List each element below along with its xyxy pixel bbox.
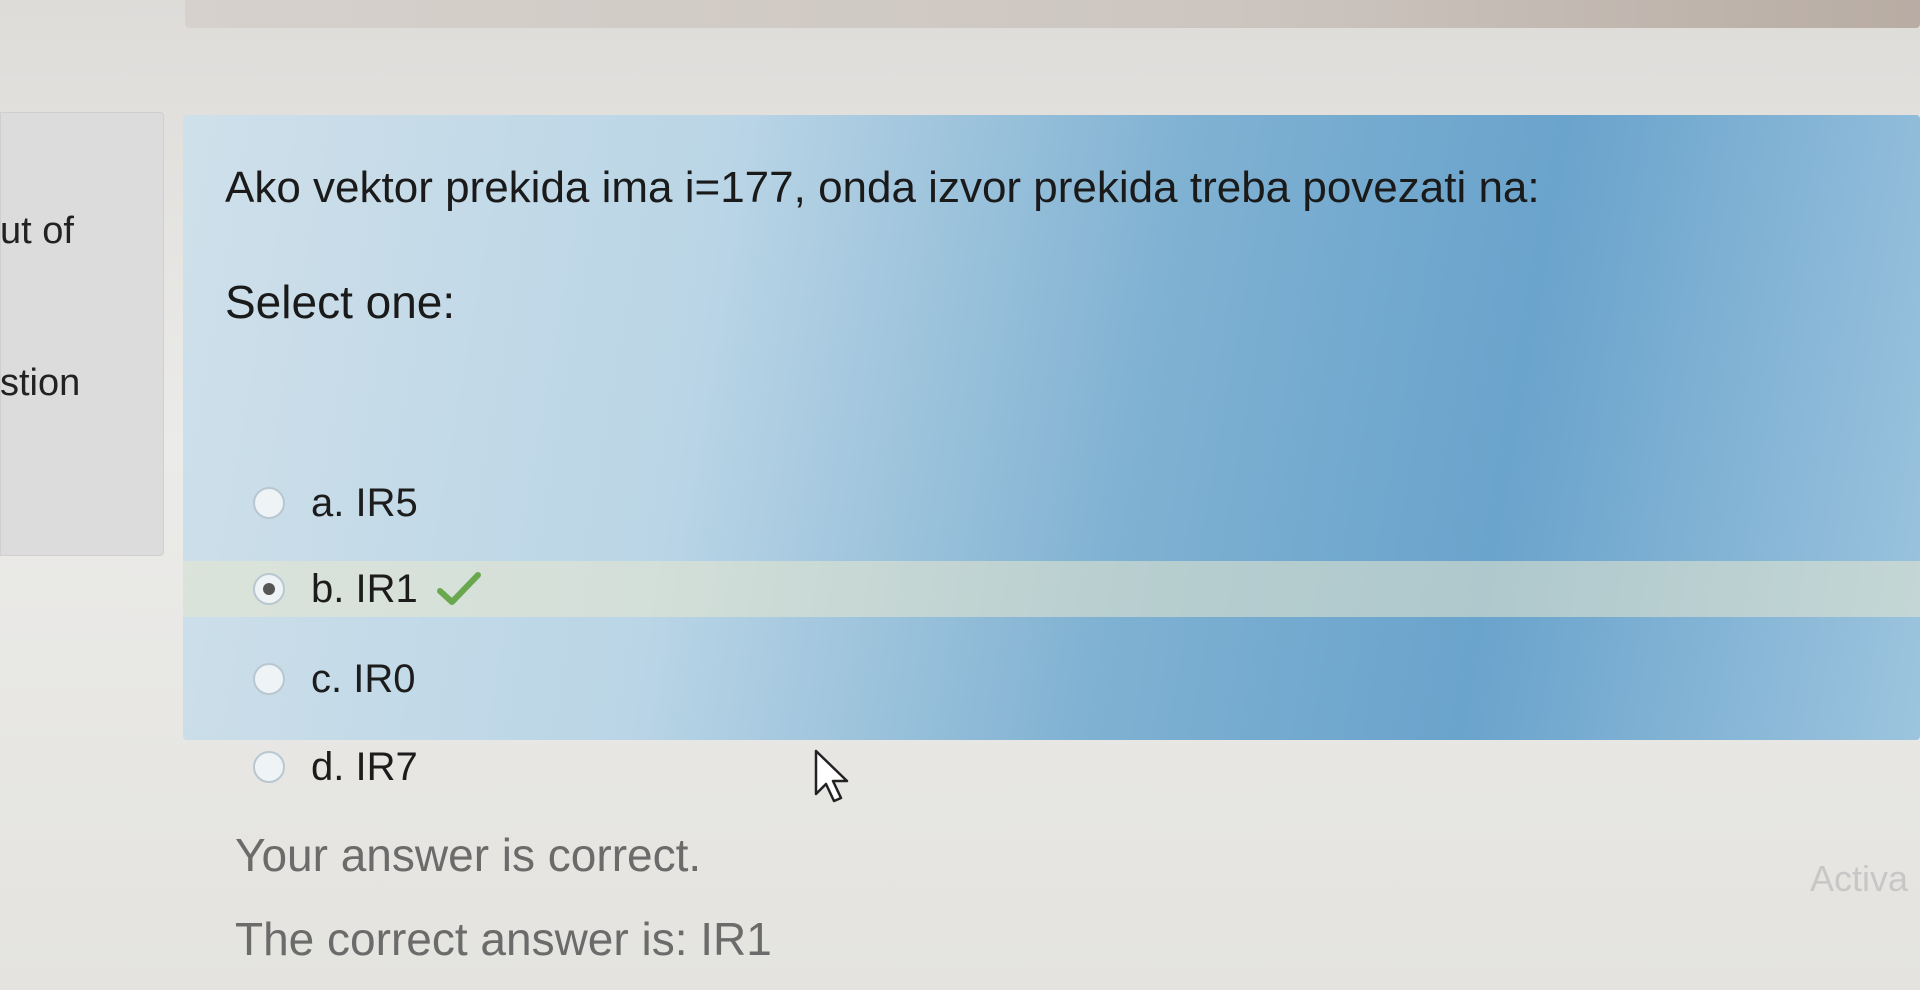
answer-label-c: c. IR0 [311, 656, 416, 701]
question-info-panel [0, 112, 164, 556]
radio-button-c[interactable] [253, 663, 285, 695]
answer-label-b: b. IR1 [311, 566, 418, 611]
correct-answer-text: The correct answer is: IR1 [235, 913, 772, 965]
answer-label-a: a. IR5 [311, 480, 418, 525]
answer-option-a[interactable]: a. IR5 [253, 475, 418, 531]
flag-question-link[interactable]: stion [0, 362, 80, 405]
mouse-pointer-icon [814, 749, 849, 803]
check-icon [436, 572, 481, 605]
answer-label-d: d. IR7 [311, 744, 418, 789]
radio-button-b[interactable] [253, 573, 285, 605]
answer-option-b[interactable]: b. IR1 [183, 561, 1920, 617]
activation-watermark: Activa [1810, 858, 1909, 899]
radio-button-d[interactable] [253, 751, 285, 783]
answer-option-d[interactable]: d. IR7 [253, 739, 418, 795]
question-text: Ako vektor prekida ima i=177, onda izvor… [225, 163, 1540, 212]
question-info-mark: ut of [0, 210, 74, 252]
radio-button-a[interactable] [253, 487, 285, 519]
quiz-review-page: ut of stion Ako vektor prekida ima i=177… [0, 0, 1920, 990]
select-one-prompt: Select one: [225, 276, 456, 328]
question-content-box: Ako vektor prekida ima i=177, onda izvor… [183, 115, 1920, 789]
top-bar [185, 0, 1920, 28]
answer-option-c[interactable]: c. IR0 [253, 651, 415, 707]
feedback-result: Your answer is correct. [235, 829, 702, 881]
